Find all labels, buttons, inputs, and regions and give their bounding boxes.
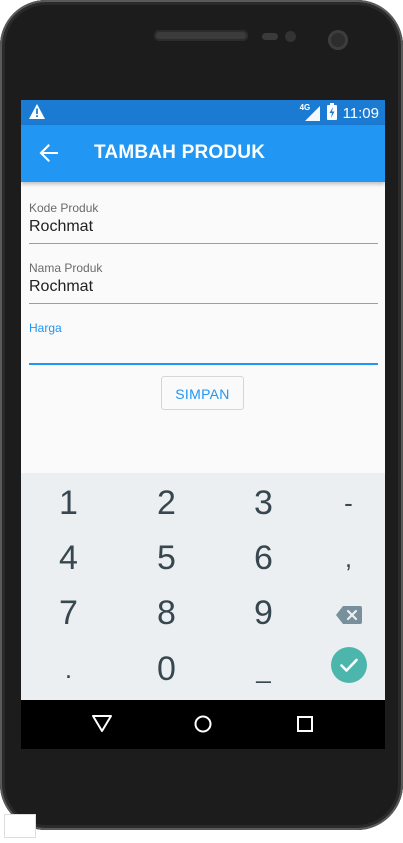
key-1[interactable]: 1 [23,475,114,531]
harga-input[interactable] [29,337,378,361]
battery-charging-icon [326,103,337,124]
phone-proximity-sensor [285,31,296,42]
harga-label: Harga [29,321,62,335]
backspace-icon [335,594,362,633]
kode-produk-underline [29,243,378,244]
key-underscore[interactable]: _ [218,641,309,697]
key-minus[interactable]: - [303,475,385,531]
key-4[interactable]: 4 [23,530,114,586]
front-camera [328,30,348,50]
kode-produk-label: Kode Produk [29,201,99,215]
phone-sensor [262,33,278,40]
kode-produk-field[interactable]: Kode Produk Rochmat [29,201,378,244]
harga-field[interactable]: Harga [29,321,378,365]
app-bar: TAMBAH PRODUK [21,125,385,182]
key-period[interactable]: . [23,641,114,697]
nama-produk-input[interactable]: Rochmat [29,277,378,301]
checkmark-icon [330,646,367,692]
key-5[interactable]: 5 [121,530,212,586]
network-type-label: 4G [299,103,311,112]
key-comma[interactable]: , [303,530,385,586]
status-bar: 4G 11:09 [21,100,385,125]
numeric-keyboard: 1 2 3 - 4 5 6 , 7 8 9 . 0 _ [21,473,385,700]
done-key[interactable] [303,641,385,697]
nama-produk-underline [29,303,378,304]
kode-produk-input[interactable]: Rochmat [29,217,378,241]
page-title: TAMBAH PRODUK [94,142,266,163]
status-time: 11:09 [342,105,379,122]
status-right: 4G 11:09 [299,103,379,124]
home-circle-icon[interactable] [193,713,213,737]
nama-produk-label: Nama Produk [29,261,103,275]
harga-underline [29,363,378,365]
simpan-button[interactable]: SIMPAN [161,376,244,410]
phone-frame: 4G 11:09 TAMBAH PRODUK Kode Produk Rochm… [0,0,403,830]
key-0[interactable]: 0 [121,641,212,697]
screen: 4G 11:09 TAMBAH PRODUK Kode Produk Rochm… [21,100,385,749]
key-8[interactable]: 8 [121,585,212,641]
warning-icon [29,104,45,123]
nama-produk-field[interactable]: Nama Produk Rochmat [29,261,378,304]
backspace-key[interactable] [303,585,385,641]
key-7[interactable]: 7 [23,585,114,641]
key-2[interactable]: 2 [121,475,212,531]
navigation-bar [21,700,385,749]
thumbnail-preview [4,814,36,838]
key-6[interactable]: 6 [218,530,309,586]
signal-icon: 4G [299,103,321,122]
key-9[interactable]: 9 [218,585,309,641]
phone-speaker [154,30,248,41]
key-3[interactable]: 3 [218,475,309,531]
arrow-left-icon[interactable] [38,142,60,168]
recents-square-icon[interactable] [295,713,315,737]
back-triangle-icon[interactable] [91,713,113,737]
